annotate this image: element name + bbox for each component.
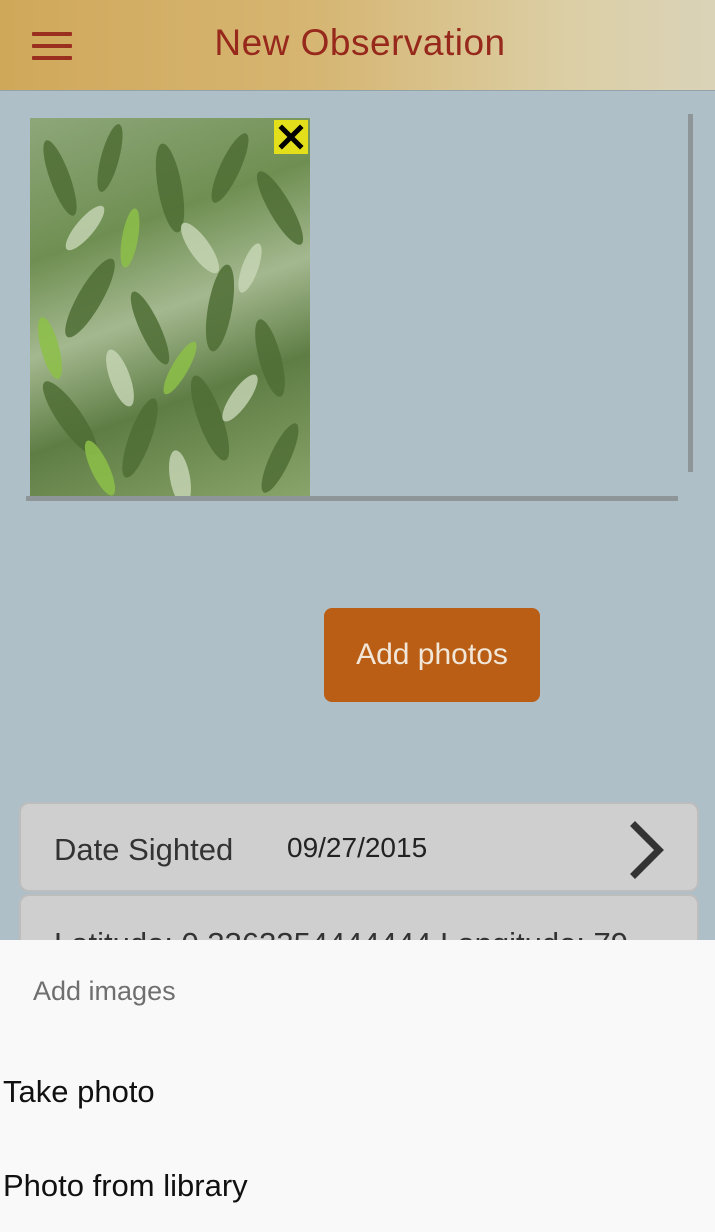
add-images-action-sheet: Add images Take photo Photo from library — [0, 940, 715, 1232]
remove-photo-button[interactable] — [274, 120, 308, 154]
action-sheet-title: Add images — [33, 976, 176, 1006]
page-title: New Observation — [214, 22, 506, 63]
gallery-vertical-scrollbar[interactable] — [688, 114, 693, 472]
take-photo-option[interactable]: Take photo — [3, 1074, 703, 1110]
observation-photo[interactable] — [30, 118, 310, 498]
app-header: New Observation — [0, 0, 715, 90]
photo-from-library-option[interactable]: Photo from library — [3, 1168, 703, 1204]
gallery-horizontal-scrollbar[interactable] — [26, 496, 678, 501]
close-icon — [278, 124, 304, 150]
date-sighted-value: 09/27/2015 — [287, 832, 428, 863]
chevron-right-icon — [630, 821, 664, 879]
add-photos-button[interactable]: Add photos — [324, 608, 540, 702]
date-sighted-label: Date Sighted — [54, 832, 234, 867]
date-sighted-row[interactable]: Date Sighted 09/27/2015 — [19, 802, 699, 892]
